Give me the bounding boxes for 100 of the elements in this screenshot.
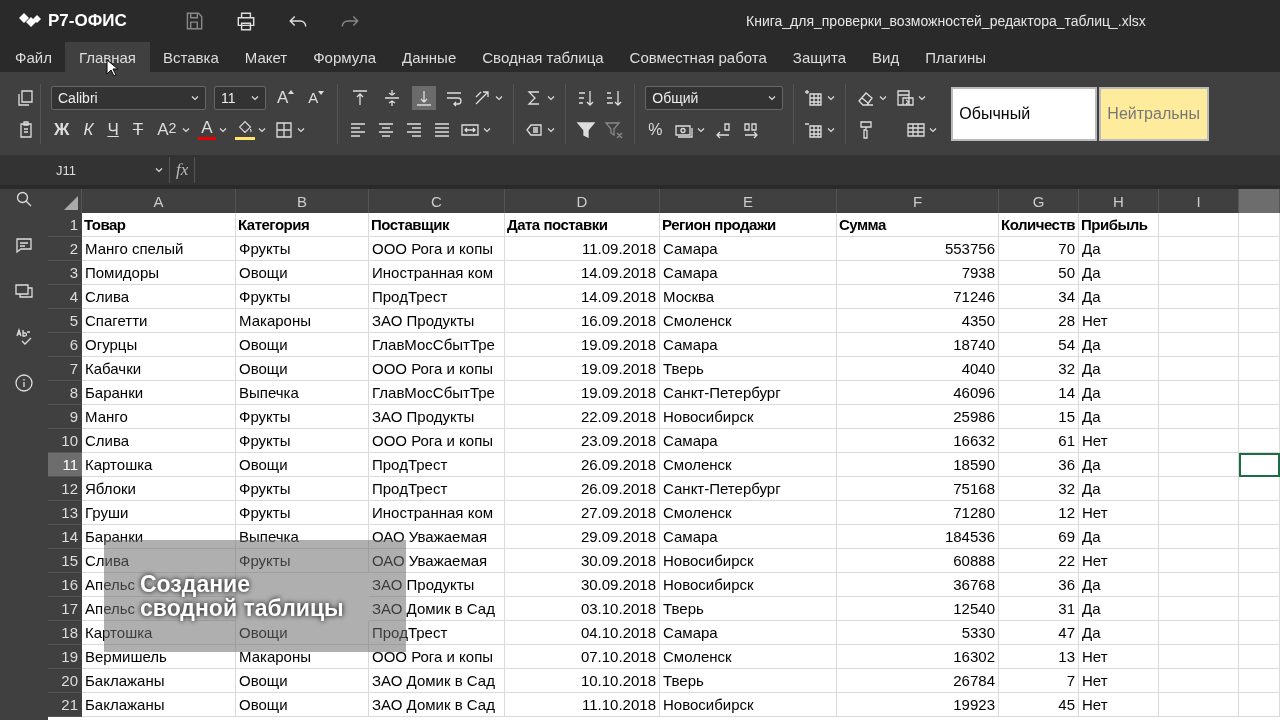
search-icon[interactable] <box>14 189 34 209</box>
column-header[interactable]: F <box>837 189 999 213</box>
caret-icon[interactable] <box>257 125 266 134</box>
table-cell: Фрукты <box>236 501 369 525</box>
caret-icon[interactable] <box>251 93 259 102</box>
caret-icon[interactable] <box>495 93 504 102</box>
row-header[interactable]: 4 <box>48 285 82 309</box>
comment-icon[interactable] <box>14 235 34 255</box>
row-header[interactable]: 12 <box>48 477 82 501</box>
filter-icon[interactable] <box>576 119 597 140</box>
number-format-dropdown[interactable]: Общий <box>645 85 784 110</box>
function-button[interactable]: fx <box>170 160 195 180</box>
menu-tab[interactable]: Совместная работа <box>616 42 780 72</box>
menu-tab[interactable]: Главная <box>64 42 150 72</box>
row-header[interactable]: 16 <box>48 573 82 597</box>
column-header[interactable]: D <box>505 189 660 213</box>
menu-tab[interactable]: Сводная таблица <box>469 42 617 72</box>
row-header[interactable]: 15 <box>48 549 82 573</box>
table-cell: 4040 <box>837 357 999 381</box>
row-header[interactable]: 8 <box>48 381 82 405</box>
borders-icon[interactable] <box>273 119 294 140</box>
row-header[interactable]: 1 <box>48 213 82 237</box>
menu-tab[interactable]: Файл <box>2 42 65 72</box>
caret-icon[interactable] <box>918 93 927 102</box>
table-cell: 26784 <box>837 669 999 693</box>
text-style-button[interactable]: К <box>80 119 97 140</box>
row-header[interactable]: 18 <box>48 621 82 645</box>
text-style-button[interactable]: Т <box>129 119 147 140</box>
column-header[interactable]: H <box>1079 189 1159 213</box>
row-header[interactable]: 6 <box>48 333 82 357</box>
table-cell: Овощи <box>236 693 369 717</box>
menu-tab[interactable]: Защита <box>779 42 859 72</box>
caret-icon[interactable] <box>547 125 556 134</box>
font-size-button[interactable]: A <box>305 89 328 106</box>
row-header[interactable]: 14 <box>48 525 82 549</box>
print-icon[interactable] <box>235 10 257 32</box>
fill-color-icon[interactable] <box>234 119 255 140</box>
column-header[interactable]: E <box>660 189 837 213</box>
select-all-icon[interactable] <box>64 196 78 210</box>
row-header[interactable]: 3 <box>48 261 82 285</box>
row-header[interactable]: 9 <box>48 405 82 429</box>
column-header[interactable]: G <box>999 189 1079 213</box>
caret-down-icon[interactable] <box>318 91 325 95</box>
caret-icon[interactable] <box>879 93 888 102</box>
menu-tab[interactable]: Вид <box>859 42 913 72</box>
insert-cells-icon[interactable] <box>804 87 825 108</box>
caret-icon[interactable] <box>547 93 556 102</box>
caret-up-icon[interactable] <box>288 89 295 94</box>
table-cell: ООО Рога и копы <box>369 645 505 669</box>
row-header[interactable]: 7 <box>48 357 82 381</box>
table-cell: 19.09.2018 <box>505 333 660 357</box>
caret-icon[interactable] <box>768 93 777 102</box>
caret-icon[interactable] <box>182 125 191 134</box>
text-style-button[interactable]: Ж <box>51 119 73 140</box>
chat-icon[interactable] <box>14 281 34 301</box>
caret-icon[interactable] <box>827 93 836 102</box>
row-header[interactable]: 17 <box>48 597 82 621</box>
caret-icon[interactable] <box>827 125 836 134</box>
caret-icon[interactable] <box>483 125 492 134</box>
caret-icon[interactable] <box>218 125 227 134</box>
caret-icon[interactable] <box>929 125 938 134</box>
column-header[interactable]: C <box>369 189 505 213</box>
clear-filter-icon[interactable] <box>604 119 625 140</box>
conditional-format-icon[interactable] <box>895 87 916 108</box>
row-header[interactable]: 13 <box>48 501 82 525</box>
row-header[interactable]: 20 <box>48 669 82 693</box>
menu-tab[interactable]: Плагины <box>912 42 999 72</box>
percent-button[interactable]: % <box>645 120 666 139</box>
font-size-button[interactable]: A <box>274 87 298 108</box>
caret-icon[interactable] <box>696 125 705 134</box>
caret-icon[interactable] <box>296 125 305 134</box>
menu-tab[interactable]: Вставка <box>150 42 232 72</box>
column-header[interactable]: I <box>1159 189 1239 213</box>
row-header[interactable]: 2 <box>48 237 82 261</box>
menu-tab[interactable]: Данные <box>389 42 470 72</box>
empty-cell <box>1239 333 1280 357</box>
copy-icon[interactable] <box>16 87 36 108</box>
menu-tab[interactable]: Формула <box>300 42 390 72</box>
caret-icon[interactable] <box>191 93 199 102</box>
cell-style-tile[interactable]: Обычный <box>951 86 1098 141</box>
caret-icon[interactable] <box>155 166 163 174</box>
font-size-dropdown[interactable]: 11 <box>214 85 266 110</box>
table-cell: Баранки <box>82 525 236 549</box>
row-header[interactable]: 19 <box>48 645 82 669</box>
column-header[interactable]: A <box>82 189 236 213</box>
selected-cell[interactable] <box>1239 453 1280 477</box>
cell-style-tile[interactable]: Нейтральны <box>1099 86 1210 141</box>
text-style-button[interactable]: Ч <box>104 119 122 140</box>
spellcheck-icon[interactable] <box>14 327 34 347</box>
row-header[interactable]: 5 <box>48 309 82 333</box>
info-icon[interactable] <box>14 373 34 393</box>
column-header[interactable]: B <box>236 189 369 213</box>
row-header[interactable]: 11 <box>48 453 82 477</box>
row-header[interactable]: 10 <box>48 429 82 453</box>
menu-tab[interactable]: Макет <box>231 42 301 72</box>
table-cell: Фрукты <box>236 237 369 261</box>
row-header[interactable]: 21 <box>48 693 82 717</box>
font-name-dropdown[interactable]: Calibri <box>51 85 206 110</box>
table-cell: Яблоки <box>82 477 236 501</box>
font-color-button[interactable]: A <box>198 119 216 140</box>
